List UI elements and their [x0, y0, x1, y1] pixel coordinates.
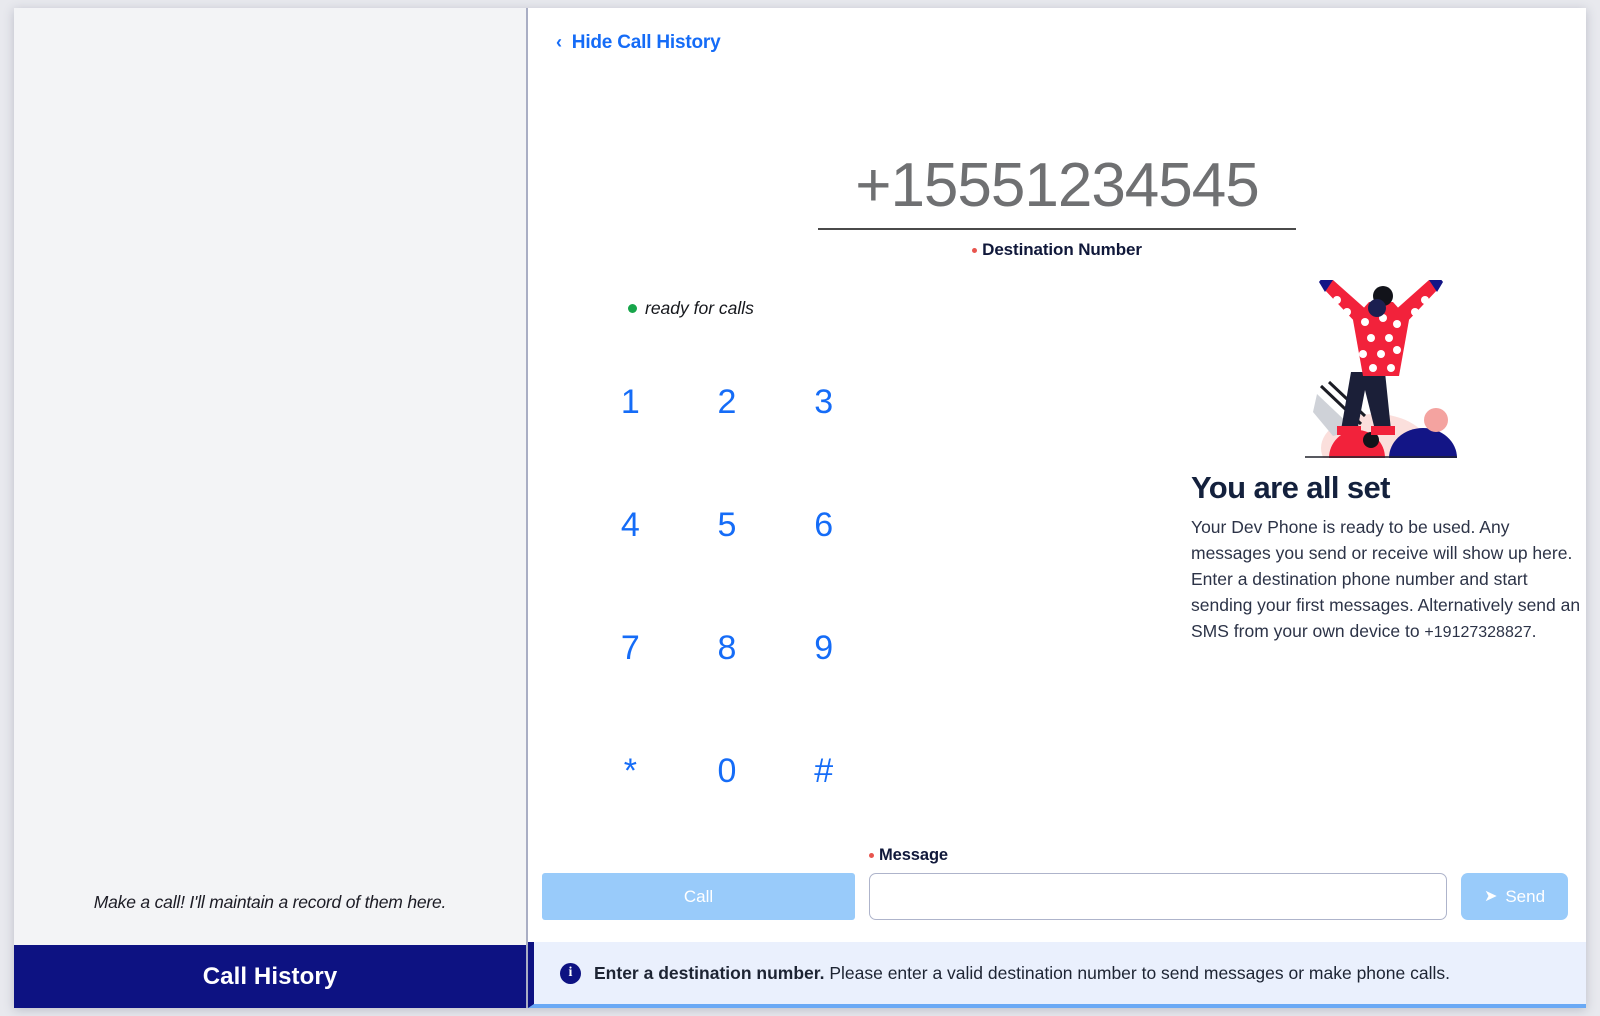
- call-button-label: Call: [683, 886, 714, 906]
- call-history-footer-button[interactable]: Call History: [14, 945, 526, 1008]
- info-alert-strong: Enter a destination number.: [594, 962, 825, 983]
- dialpad: 1 2 3 4 5 6 7 8 9 * 0 #: [582, 341, 872, 833]
- action-row: Call Message ➤ Send: [528, 838, 1586, 942]
- send-button-label: Send: [1505, 886, 1546, 906]
- hide-call-history-label: Hide Call History: [571, 32, 721, 53]
- dialpad-key-6[interactable]: 6: [775, 464, 872, 587]
- onboarding-column: You are all set Your Dev Phone is ready …: [873, 260, 1586, 838]
- destination-number-group: +15551234545 Destination Number: [528, 70, 1586, 260]
- dialpad-column: ready for calls 1 2 3 4 5 6 7 8 9 * 0 #: [528, 260, 873, 838]
- call-history-empty-state: Make a call! I'll maintain a record of t…: [14, 8, 526, 945]
- onboarding-body: Your Dev Phone is ready to be used. Any …: [1191, 514, 1583, 646]
- device-status: ready for calls: [628, 298, 873, 319]
- destination-number-label-text: Destination Number: [982, 240, 1142, 260]
- onboarding-copy: You are all set Your Dev Phone is ready …: [1191, 470, 1583, 646]
- message-label-text: Message: [879, 846, 949, 864]
- message-input[interactable]: [869, 873, 1447, 920]
- dialer-columns: ready for calls 123456789 *0#: [528, 260, 1586, 838]
- hide-history-bar: ‹ Hide Call History: [528, 8, 1586, 70]
- dialpad-key-5[interactable]: 5: [679, 464, 776, 587]
- dialpad-key-3[interactable]: 3: [775, 341, 872, 464]
- onboarding-body-tail: .: [1531, 621, 1537, 642]
- dialpad-key-star[interactable]: *: [582, 710, 679, 833]
- hide-call-history-button[interactable]: ‹ Hide Call History: [556, 32, 721, 54]
- message-label: Message: [869, 846, 1447, 865]
- call-history-empty-message: Make a call! I'll maintain a record of t…: [93, 892, 447, 912]
- info-alert-detail: Please enter a valid destination number …: [824, 962, 1450, 983]
- dialpad-key-hash[interactable]: #: [775, 710, 872, 833]
- onboarding-title: You are all set: [1191, 470, 1391, 506]
- dialpad-key-8[interactable]: 8: [679, 587, 776, 710]
- dev-phone-app: Make a call! I'll maintain a record of t…: [14, 8, 1586, 1008]
- dialpad-key-7[interactable]: 7: [582, 587, 679, 710]
- celebration-illustration: [1305, 280, 1457, 459]
- dialpad-key-4[interactable]: 4: [582, 464, 679, 587]
- dialpad-key-1[interactable]: 1: [582, 341, 679, 464]
- device-status-label: ready for calls: [645, 298, 754, 319]
- onboarding-dev-phone-number: +19127328827: [1424, 624, 1532, 642]
- info-icon: i: [560, 962, 581, 984]
- required-dot-icon: [869, 853, 874, 858]
- dialpad-key-0[interactable]: 0: [679, 710, 776, 833]
- message-group: Message: [869, 846, 1447, 920]
- paper-plane-icon: ➤: [1483, 887, 1498, 905]
- status-dot-icon: [628, 304, 637, 314]
- call-history-footer-label: Call History: [202, 962, 338, 990]
- destination-number-label: Destination Number: [972, 240, 1142, 260]
- dialer-panel: ‹ Hide Call History +15551234545 Destina…: [528, 8, 1586, 1008]
- chevron-left-icon: ‹: [556, 32, 562, 52]
- required-dot-icon: [972, 247, 978, 253]
- dialpad-key-2[interactable]: 2: [679, 341, 776, 464]
- dialpad-key-9[interactable]: 9: [775, 587, 872, 710]
- call-history-sidebar: Make a call! I'll maintain a record of t…: [14, 8, 528, 1008]
- onboarding-body-lead: Your Dev Phone is ready to be used. Any …: [1191, 517, 1581, 642]
- call-button[interactable]: Call: [542, 873, 855, 920]
- send-button[interactable]: ➤ Send: [1461, 873, 1568, 920]
- info-alert-text: Enter a destination number. Please enter…: [594, 963, 1450, 984]
- info-alert: i Enter a destination number. Please ent…: [528, 942, 1586, 1008]
- destination-number-input[interactable]: +15551234545: [818, 151, 1296, 231]
